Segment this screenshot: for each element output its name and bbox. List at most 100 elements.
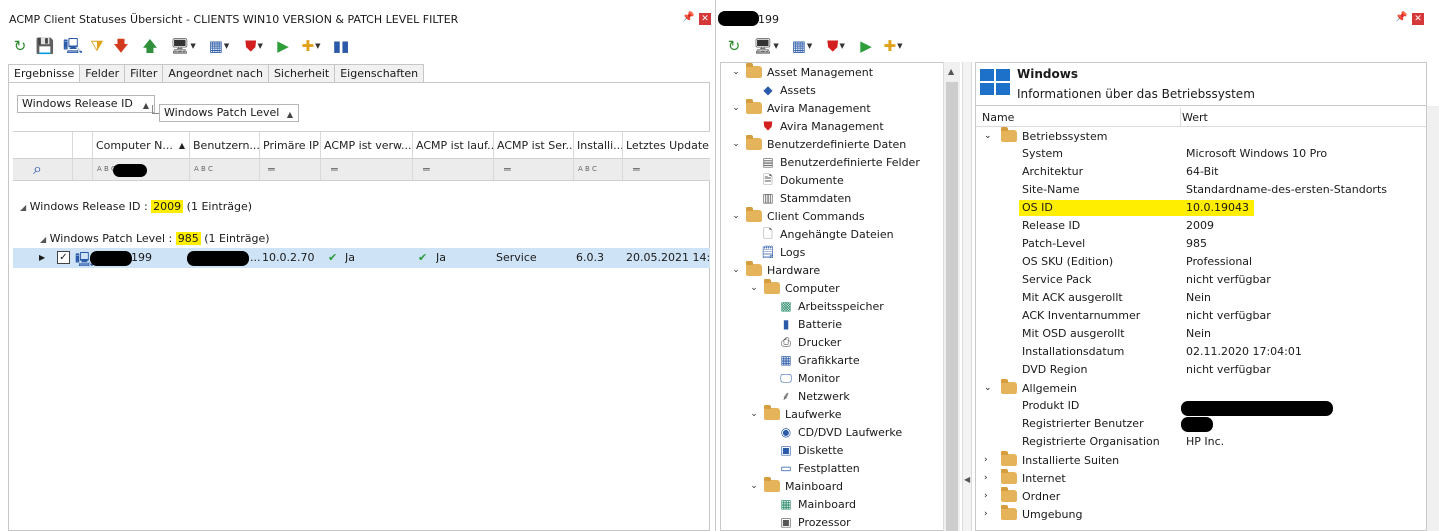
tree-item[interactable]: 🗎 Dokumente xyxy=(748,171,844,189)
tree-item[interactable]: ⌄ Hardware xyxy=(730,261,820,279)
tree-item[interactable]: ⸙ Netzwerk xyxy=(766,387,849,405)
details-section[interactable]: ⌄ Betriebssystem xyxy=(984,127,1107,145)
expand-icon[interactable]: › xyxy=(984,455,998,465)
header-acmp-service[interactable]: ACMP ist Ser... xyxy=(494,132,574,159)
tab-angeordnet-nach[interactable]: Angeordnet nach xyxy=(162,64,268,83)
layout-dropdown-icon[interactable]: ▦ ▼ xyxy=(204,36,234,56)
collapse-icon[interactable]: ⌄ xyxy=(730,265,742,275)
tree-scroll-thumb[interactable] xyxy=(946,82,958,531)
tree-item[interactable]: ⛊ Avira Management xyxy=(748,117,883,135)
header-computer-name[interactable]: Computer N... ▲ xyxy=(93,132,190,159)
collapse-pane-icon[interactable]: ◀ xyxy=(964,475,970,484)
expand-icon[interactable]: › xyxy=(984,509,998,519)
details-section[interactable]: › Installierte Suiten xyxy=(984,451,1119,469)
computer-dropdown-icon[interactable]: 🖥 ▼ xyxy=(751,36,781,56)
plugin-dropdown-icon[interactable]: ✚ ▼ xyxy=(878,36,908,56)
tab-ergebnisse[interactable]: Ergebnisse xyxy=(8,64,80,83)
pin-icon[interactable]: 📌 xyxy=(1395,12,1407,23)
expand-icon[interactable]: › xyxy=(984,491,998,501)
row-checkbox[interactable]: ✓ xyxy=(57,251,70,264)
details-section[interactable]: › Ordner xyxy=(984,487,1060,505)
client-view-icon[interactable]: 🖳 xyxy=(62,36,84,56)
header-acmp-running[interactable]: ACMP ist lauf... xyxy=(413,132,494,159)
tree-item[interactable]: ⌄ Avira Management xyxy=(730,99,871,117)
collapse-icon[interactable]: ◢ xyxy=(20,203,26,212)
header-name[interactable]: Name xyxy=(982,111,1014,124)
group-row-release-id[interactable]: ◢ Windows Release ID : 2009 (1 Einträge) xyxy=(20,200,252,213)
header-username[interactable]: Benutzern... xyxy=(190,132,260,159)
group-chip-release-id[interactable]: Windows Release ID ▲ xyxy=(17,95,155,113)
arrow-down-icon[interactable]: 🡇 xyxy=(110,36,132,56)
tab-felder[interactable]: Felder xyxy=(79,64,125,83)
collapse-icon[interactable]: ⌄ xyxy=(984,383,998,393)
tree-item[interactable]: ▮ Batterie xyxy=(766,315,842,333)
tree-item[interactable]: ◉ CD/DVD Laufwerke xyxy=(766,423,902,441)
scroll-up-icon[interactable]: ▲ xyxy=(948,67,954,76)
filter-username[interactable]: A B C xyxy=(190,159,260,180)
tree-item[interactable]: 🖵 Monitor xyxy=(766,369,840,387)
collapse-icon[interactable]: ⌄ xyxy=(730,103,742,113)
play-icon[interactable]: ▶ xyxy=(855,36,877,56)
group-row-patch-level[interactable]: ◢ Windows Patch Level : 985 (1 Einträge) xyxy=(40,232,270,245)
avira-dropdown-icon[interactable]: ⛊ ▼ xyxy=(821,36,851,56)
collapse-icon[interactable]: ⌄ xyxy=(730,67,742,77)
collapse-icon[interactable]: ⌄ xyxy=(748,409,760,419)
tree-item[interactable]: ▣ Diskette xyxy=(766,441,843,459)
expand-icon[interactable]: › xyxy=(984,473,998,483)
header-installed[interactable]: Installi... xyxy=(574,132,623,159)
tree-item[interactable]: ▦ Mainboard xyxy=(766,495,856,513)
tab-filter[interactable]: Filter xyxy=(124,64,163,83)
collapse-icon[interactable]: ⌄ xyxy=(984,131,998,141)
filter-acmp-managed[interactable]: ═ xyxy=(321,159,413,180)
refresh-icon[interactable]: ↻ xyxy=(723,36,745,56)
plugin-dropdown-icon[interactable]: ✚ ▼ xyxy=(296,36,326,56)
computer-dropdown-icon[interactable]: 🖥 ▼ xyxy=(168,36,198,56)
refresh-icon[interactable]: ↻ xyxy=(9,36,31,56)
header-last-update[interactable]: Letztes Update xyxy=(623,132,710,159)
tree-item[interactable]: ⌄ Asset Management xyxy=(730,63,873,81)
tree-item[interactable]: ⌄ Benutzerdefinierte Daten xyxy=(730,135,906,153)
filter-last-update[interactable]: ═ xyxy=(623,159,710,180)
tree-item[interactable]: ⎙ Drucker xyxy=(766,333,841,351)
expand-row-icon[interactable]: ▶ xyxy=(39,253,45,262)
details-scrollbar[interactable] xyxy=(1427,106,1439,531)
tree-item[interactable]: ⌄ Computer xyxy=(748,279,840,297)
tree-item[interactable]: ⌄ Laufwerke xyxy=(748,405,842,423)
collapse-icon[interactable]: ⌄ xyxy=(748,283,760,293)
tab-sicherheit[interactable]: Sicherheit xyxy=(267,64,335,83)
filter-acmp-service[interactable]: ═ xyxy=(494,159,574,180)
search-icon[interactable]: ⌕ xyxy=(13,159,73,180)
layout-dropdown-icon[interactable]: ▦ ▼ xyxy=(787,36,817,56)
collapse-icon[interactable]: ⌄ xyxy=(730,139,742,149)
header-value[interactable]: Wert xyxy=(1182,111,1208,124)
details-section[interactable]: › Internet xyxy=(984,469,1066,487)
tree-item[interactable]: 🗒 Logs xyxy=(748,243,805,261)
close-icon[interactable]: ✕ xyxy=(699,13,711,25)
details-section[interactable]: ⌄ Allgemein xyxy=(984,379,1077,397)
header-acmp-managed[interactable]: ACMP ist verw... xyxy=(321,132,413,159)
tree-item[interactable]: ▥ Stammdaten xyxy=(748,189,851,207)
save-icon[interactable]: 💾 xyxy=(34,36,56,56)
collapse-icon[interactable]: ◢ xyxy=(40,235,46,244)
tree-item[interactable]: ▦ Grafikkarte xyxy=(766,351,859,369)
collapse-icon[interactable]: ⌄ xyxy=(748,481,760,491)
arrow-up-icon[interactable]: 🡅 xyxy=(139,36,161,56)
close-icon[interactable]: ✕ xyxy=(1412,13,1424,25)
avira-dropdown-icon[interactable]: ⛊ ▼ xyxy=(239,36,269,56)
tree-item[interactable]: ▤ Benutzerdefinierte Felder xyxy=(748,153,920,171)
tree-item[interactable]: ▭ Festplatten xyxy=(766,459,859,477)
tree-item[interactable]: ▣ Prozessor xyxy=(766,513,850,531)
tree-item[interactable]: ▩ Arbeitsspeicher xyxy=(766,297,883,315)
pin-icon[interactable]: 📌 xyxy=(682,12,694,23)
tree-item[interactable]: ⌄ Mainboard xyxy=(748,477,843,495)
filter-installed[interactable]: A B C xyxy=(574,159,623,180)
chart-icon[interactable]: ▮▮ xyxy=(330,36,352,56)
collapse-icon[interactable]: ⌄ xyxy=(730,211,742,221)
header-primary-ip[interactable]: Primäre IP xyxy=(260,132,321,159)
details-section[interactable]: › Umgebung xyxy=(984,505,1082,523)
play-icon[interactable]: ▶ xyxy=(272,36,294,56)
filter-primary-ip[interactable]: ═ xyxy=(260,159,321,180)
filter-icon[interactable]: ⧩ xyxy=(86,36,108,56)
tree-item[interactable]: ⌄ Client Commands xyxy=(730,207,865,225)
pane-splitter[interactable] xyxy=(962,62,972,531)
